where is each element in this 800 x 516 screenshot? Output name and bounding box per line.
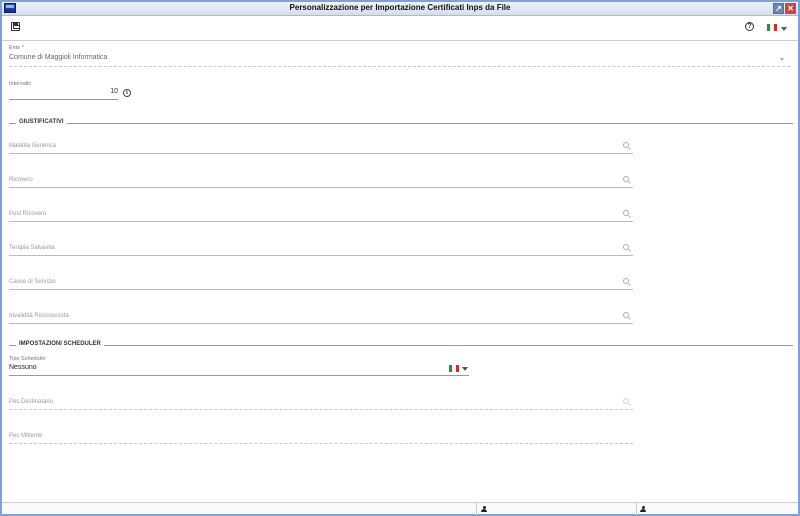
intervallo-label: Intervallo [9,81,32,87]
search-icon[interactable] [623,312,629,318]
field-underline [9,187,633,188]
field-underline [9,153,633,154]
intervallo-underline [9,99,118,100]
user-icon [640,506,646,512]
italian-flag-icon[interactable] [767,24,777,31]
field-underline [9,443,633,444]
toolbar: ? [2,17,798,41]
field-underline [9,289,633,290]
giustificativi-title: GIUSTIFICATIVI [16,119,67,125]
close-button[interactable]: ✕ [785,3,796,14]
search-icon[interactable] [623,210,629,216]
status-segment [636,503,798,515]
section-divider [9,123,793,124]
application-window: Personalizzazione per Importazione Certi… [0,0,800,516]
ente-select[interactable]: Comune di Maggioli Informatica [9,54,107,61]
pec-mittente-input[interactable]: Pec Mittente [9,433,42,439]
tipo-scheduler-select[interactable]: Nessuno [9,364,37,371]
search-icon[interactable] [623,278,629,284]
italian-flag-icon[interactable] [449,365,459,372]
tipo-scheduler-label: Tipo Scheduler [9,356,46,362]
title-bar: Personalizzazione per Importazione Certi… [2,2,798,16]
chevron-down-icon[interactable] [780,58,784,61]
tipo-scheduler-underline [9,375,469,376]
pec-destinatario-input[interactable]: Pec Destinatario [9,399,53,405]
cause-di-servizio-input[interactable]: Cause di Servizio [9,279,56,285]
field-underline [9,221,633,222]
intervallo-input[interactable]: 10 [9,88,118,95]
terapia-salvavita-input[interactable]: Terapia Salvavita [9,245,55,251]
window-title: Personalizzazione per Importazione Certi… [289,3,511,12]
restore-button[interactable]: ↗ [773,3,784,14]
search-icon[interactable] [623,176,629,182]
help-icon[interactable]: ? [745,22,754,31]
field-underline [9,255,633,256]
info-icon[interactable]: i [123,89,131,97]
malattia-generica-input[interactable]: Malattia Generica [9,143,56,149]
user-icon [481,506,487,512]
status-segment [476,503,636,515]
status-bar [2,502,798,515]
field-underline [9,323,633,324]
form-content: Ente * Comune di Maggioli Informatica In… [2,42,798,500]
section-divider [9,345,793,346]
chevron-down-icon[interactable] [462,367,468,371]
ricovero-input[interactable]: Ricovero [9,177,33,183]
ente-label: Ente * [9,45,24,51]
scheduler-title: IMPOSTAZIONI SCHEDULER [16,341,104,347]
search-icon[interactable] [623,142,629,148]
search-icon[interactable] [623,398,629,404]
ente-underline [9,66,790,67]
invalidita-riconosciuta-input[interactable]: Invalidità Riconosciuta [9,313,69,319]
save-icon[interactable] [11,22,20,31]
search-icon[interactable] [623,244,629,250]
field-underline [9,409,633,410]
chevron-down-icon[interactable] [781,27,787,31]
post-ricovero-input[interactable]: Post Ricovero [9,211,46,217]
